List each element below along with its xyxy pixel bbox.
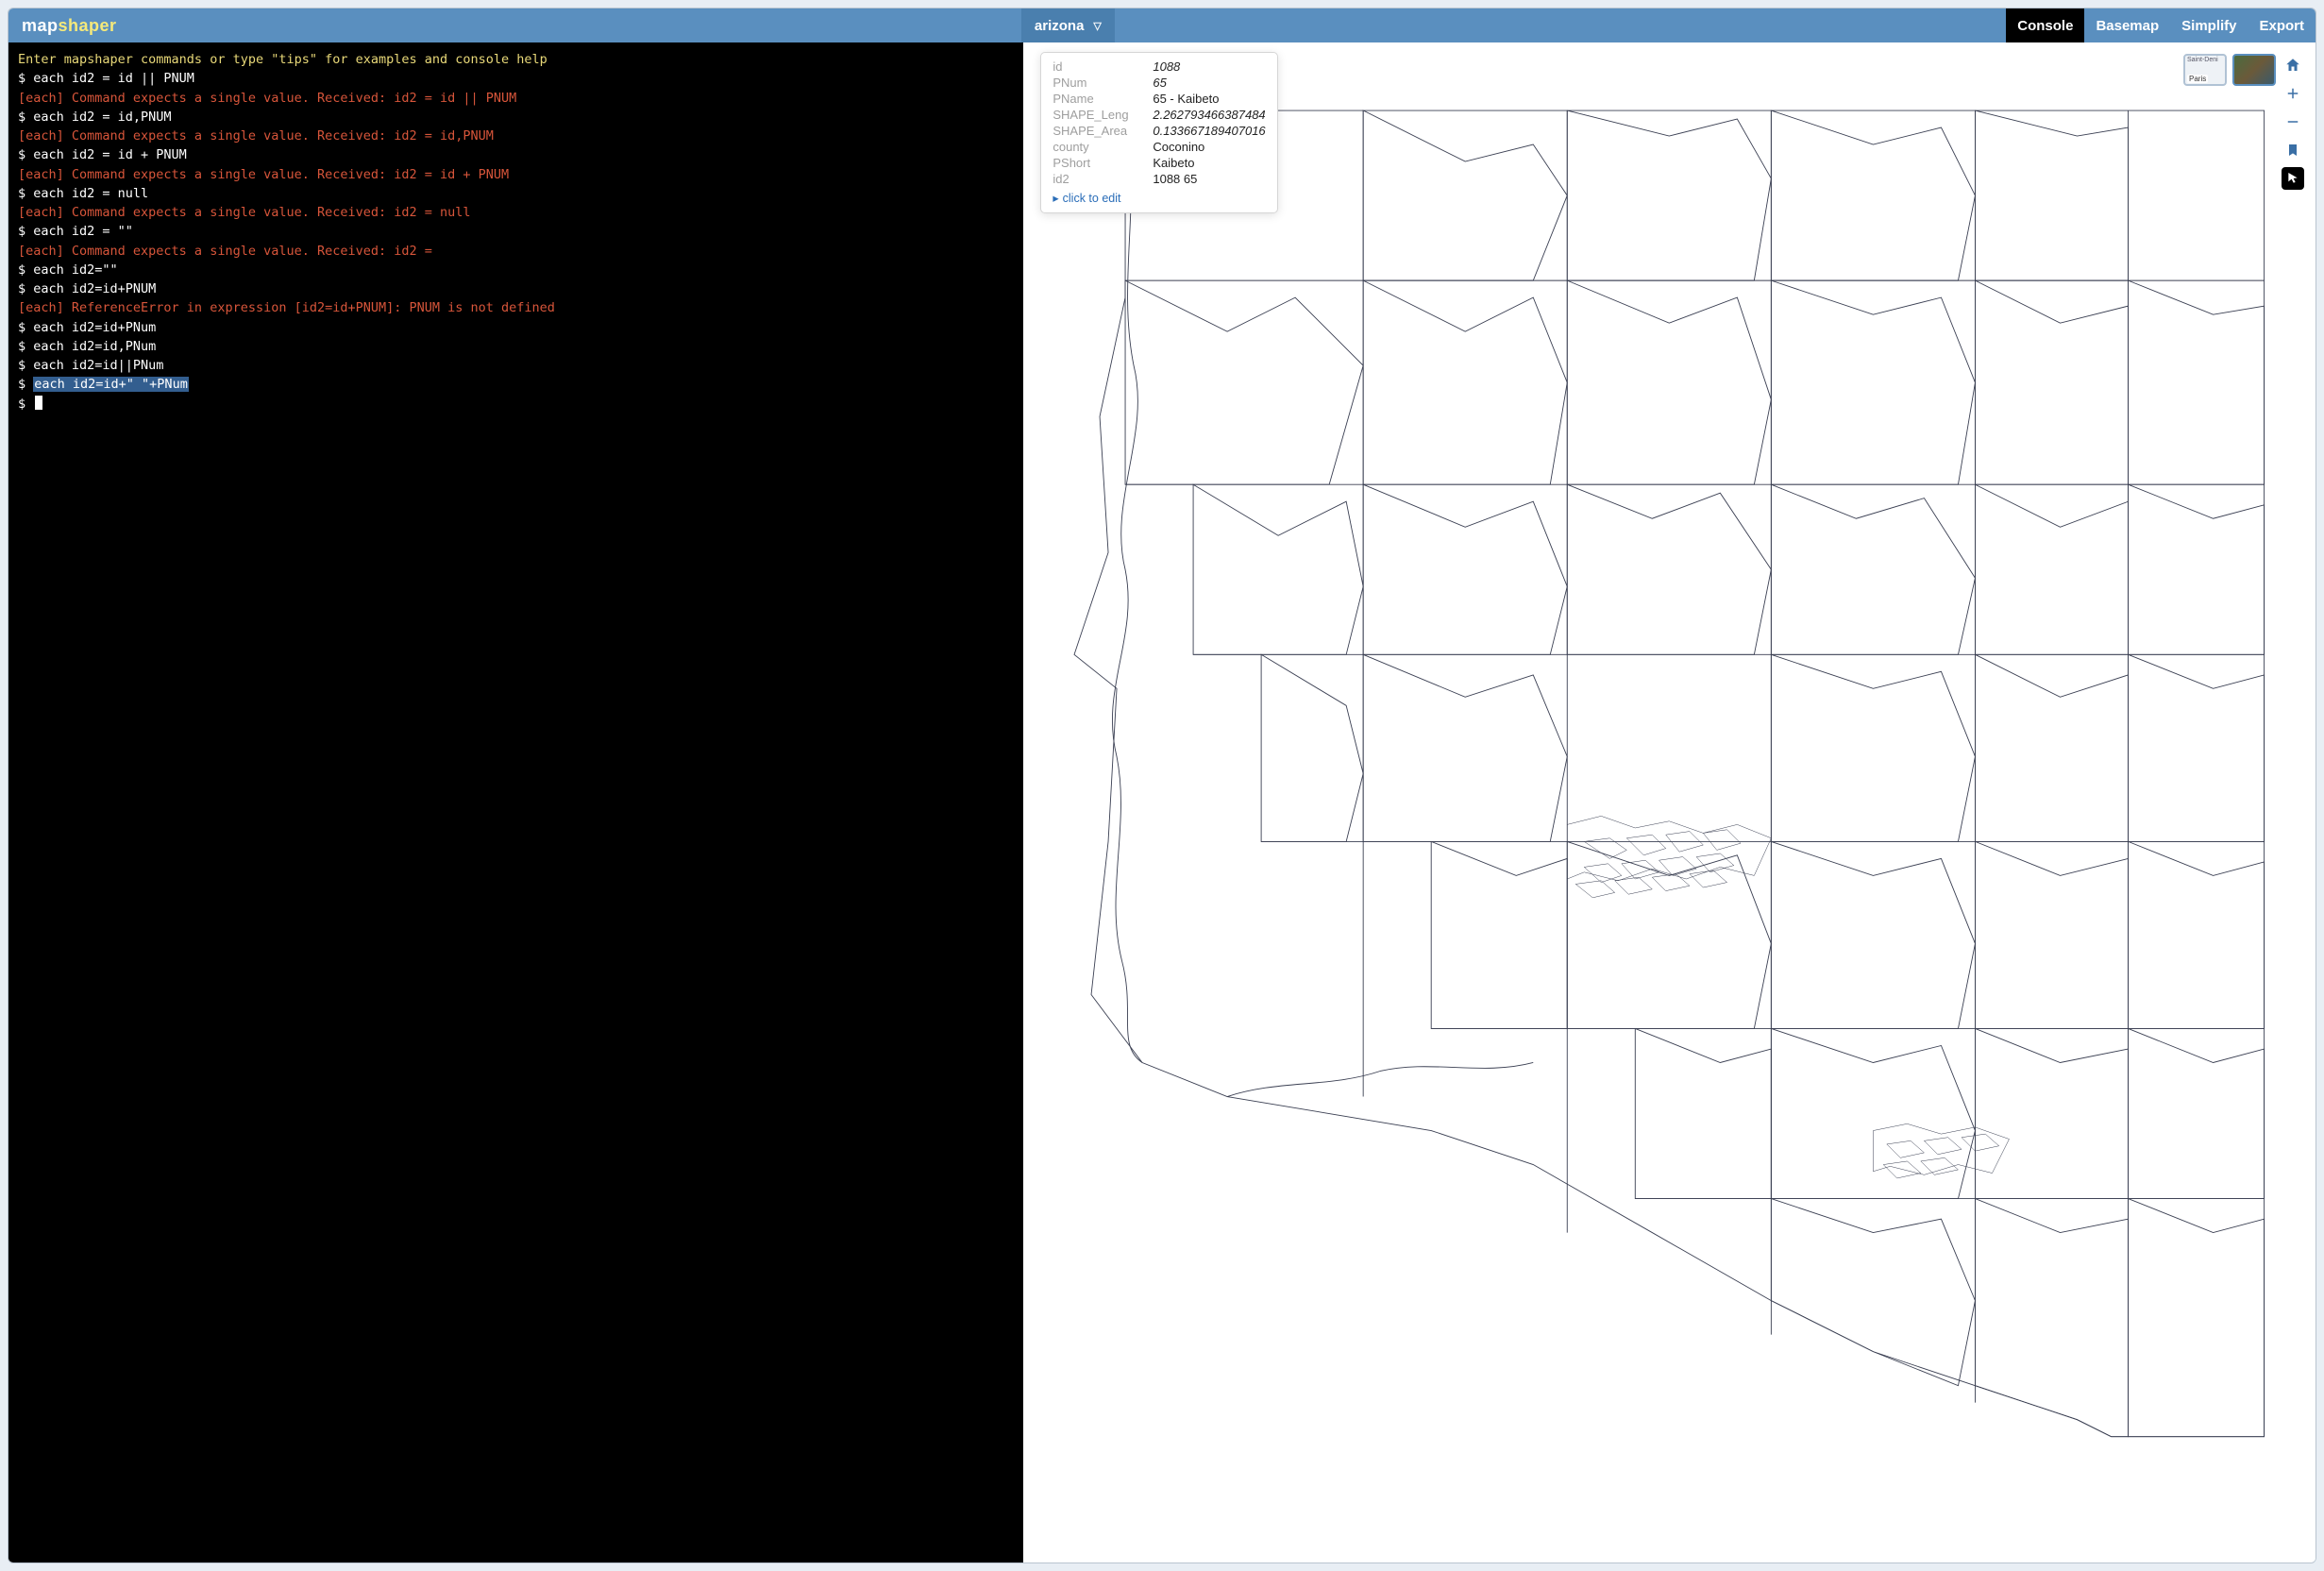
- attribute-key: SHAPE_Area: [1053, 124, 1137, 138]
- attribute-value[interactable]: Kaibeto: [1153, 156, 1194, 170]
- click-to-edit[interactable]: ▸ click to edit: [1053, 187, 1265, 205]
- attribute-value[interactable]: 2.262793466387484: [1153, 108, 1265, 122]
- zoom-out-icon: [2284, 113, 2301, 130]
- console-intro: Enter mapshaper commands or type "tips" …: [18, 50, 1014, 69]
- app-frame: mapshaper arizona ▽ Console Basemap Simp…: [8, 8, 2316, 1563]
- feature-attribute-row: PNum 65: [1053, 75, 1265, 91]
- attribute-key: id2: [1053, 172, 1137, 186]
- console-line: $ each id2=id,PNum: [18, 337, 1014, 356]
- click-to-edit-label: click to edit: [1063, 192, 1121, 205]
- basemap-thumbs: Saint-Deni Paris: [2183, 54, 2304, 190]
- feature-attribute-row: id2 1088 65: [1053, 171, 1265, 187]
- main-split: Enter mapshaper commands or type "tips" …: [8, 42, 2316, 1563]
- attribute-key: id: [1053, 59, 1137, 74]
- chevron-down-icon: ▽: [1093, 20, 1101, 32]
- zoom-out-button[interactable]: [2282, 110, 2304, 133]
- console-pane[interactable]: Enter mapshaper commands or type "tips" …: [8, 42, 1023, 1563]
- caret-right-icon: ▸: [1053, 191, 1058, 205]
- attribute-value[interactable]: 1088 65: [1153, 172, 1197, 186]
- logo-text-map: map: [22, 16, 59, 36]
- attribute-key: PShort: [1053, 156, 1137, 170]
- attribute-value[interactable]: 65 - Kaibeto: [1153, 92, 1219, 106]
- attribute-value[interactable]: 0.133667189407016: [1153, 124, 1265, 138]
- attribute-value[interactable]: 1088: [1153, 59, 1180, 74]
- map-canvas[interactable]: [1023, 42, 2316, 1522]
- console-history: $ each id2 = id || PNUM[each] Command ex…: [18, 69, 1014, 414]
- zoom-in-icon: [2284, 85, 2301, 102]
- bookmark-icon: [2285, 143, 2300, 158]
- feature-attribute-row: id 1088: [1053, 59, 1265, 75]
- basemap-streets-thumb[interactable]: Saint-Deni Paris: [2183, 54, 2227, 86]
- attribute-key: county: [1053, 140, 1137, 154]
- console-line: $ each id2=id+PNUM: [18, 279, 1014, 298]
- layer-name: arizona: [1035, 18, 1085, 34]
- console-line: [each] Command expects a single value. R…: [18, 127, 1014, 145]
- header-spacer-right: [1115, 8, 2006, 42]
- console-line: $ each id2=id+" "+PNum: [18, 375, 1014, 394]
- inspect-button[interactable]: [2282, 167, 2304, 190]
- feature-info-popup: id 1088 PNum 65 PName 65 - Kaibeto SHAPE_Leng 2…: [1040, 52, 1277, 213]
- nav-simplify[interactable]: Simplify: [2170, 8, 2248, 42]
- console-line: $ each id2 = id,PNUM: [18, 108, 1014, 127]
- feature-attribute-list: id 1088 PNum 65 PName 65 - Kaibeto SHAPE_Leng 2…: [1053, 59, 1265, 187]
- zoom-in-button[interactable]: [2282, 82, 2304, 105]
- nav-console[interactable]: Console: [2006, 8, 2084, 42]
- feature-attribute-row: SHAPE_Leng 2.262793466387484: [1053, 107, 1265, 123]
- console-input[interactable]: $: [18, 395, 1014, 414]
- console-line: $ each id2 = id || PNUM: [18, 69, 1014, 88]
- header-bar: mapshaper arizona ▽ Console Basemap Simp…: [8, 8, 2316, 42]
- feature-attribute-row: PShort Kaibeto: [1053, 155, 1265, 171]
- attribute-key: PNum: [1053, 76, 1137, 90]
- bookmark-button[interactable]: [2282, 139, 2304, 161]
- attribute-key: SHAPE_Leng: [1053, 108, 1137, 122]
- thumb-top-label: Saint-Deni: [2187, 57, 2218, 63]
- console-line: [each] Command expects a single value. R…: [18, 203, 1014, 222]
- attribute-key: PName: [1053, 92, 1137, 106]
- home-icon: [2284, 57, 2301, 74]
- nav-basemap[interactable]: Basemap: [2084, 8, 2170, 42]
- attribute-value[interactable]: 65: [1153, 76, 1166, 90]
- home-button[interactable]: [2282, 54, 2304, 76]
- map-tools: Saint-Deni Paris: [2183, 54, 2304, 190]
- cursor-icon: [2285, 171, 2300, 186]
- attribute-value[interactable]: Coconino: [1153, 140, 1204, 154]
- basemap-satellite-thumb[interactable]: [2232, 54, 2276, 86]
- logo-text-shaper: shaper: [59, 16, 117, 36]
- console-line: $ each id2 = null: [18, 184, 1014, 203]
- map-tool-stack: [2282, 54, 2304, 190]
- console-line: $ each id2 = "": [18, 222, 1014, 241]
- console-line: [each] ReferenceError in expression [id2…: [18, 298, 1014, 317]
- map-pane[interactable]: id 1088 PNum 65 PName 65 - Kaibeto SHAPE_Leng 2…: [1023, 42, 2316, 1563]
- console-line: $ each id2="": [18, 261, 1014, 279]
- console-line: $ each id2=id+PNum: [18, 318, 1014, 337]
- console-line: [each] Command expects a single value. R…: [18, 242, 1014, 261]
- layer-selector[interactable]: arizona ▽: [1021, 8, 1115, 42]
- app-logo[interactable]: mapshaper: [8, 8, 130, 42]
- nav-export[interactable]: Export: [2248, 8, 2316, 42]
- console-line: [each] Command expects a single value. R…: [18, 89, 1014, 108]
- thumb-label: Paris: [2187, 75, 2208, 83]
- console-line: $ each id2=id||PNum: [18, 356, 1014, 375]
- feature-attribute-row: SHAPE_Area 0.133667189407016: [1053, 123, 1265, 139]
- console-line: [each] Command expects a single value. R…: [18, 165, 1014, 184]
- console-line: $ each id2 = id + PNUM: [18, 145, 1014, 164]
- header-spacer: [130, 8, 1021, 42]
- feature-attribute-row: county Coconino: [1053, 139, 1265, 155]
- feature-attribute-row: PName 65 - Kaibeto: [1053, 91, 1265, 107]
